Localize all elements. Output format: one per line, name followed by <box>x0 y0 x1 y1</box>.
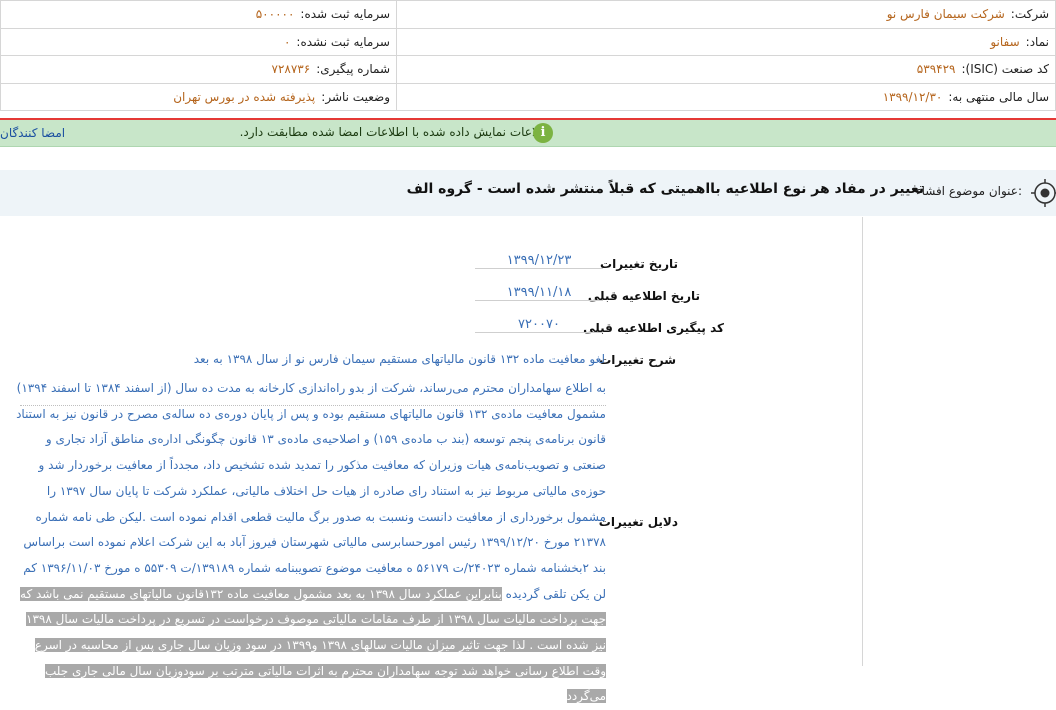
registered-capital-value: ۵۰۰۰۰۰ <box>255 7 295 22</box>
reasons-text: به اطلاع سهامداران محترم می‌رساند، شرکت … <box>10 376 606 710</box>
isic-cell: کد صنعت (ISIC): ۵۳۹۴۲۹ <box>396 55 1056 84</box>
reasons-separator <box>20 405 606 406</box>
subject-label: عنوان موضوع افشاء: <box>915 184 1022 198</box>
fiscal-year-value: ۱۳۹۹/۱۲/۳۰ <box>882 89 943 104</box>
subject-title: تغییر در مفاد هر نوع اطلاعیه بااهمیتی که… <box>406 181 924 197</box>
symbol-cell: نماد: سفانو <box>396 27 1056 56</box>
publisher-status-cell: وضعیت ناشر: پذیرفته شده در بورس تهران <box>0 82 397 111</box>
company-label: شرکت: <box>1010 7 1049 22</box>
change-date-value: ۱۳۹۹/۱۲/۲۳ <box>475 253 603 269</box>
info-icon: i <box>533 123 553 143</box>
symbol-label: نماد: <box>1025 34 1049 49</box>
company-cell: شرکت: شرکت سیمان فارس نو <box>396 0 1056 29</box>
description-value: لغو معافیت ماده ۱۳۲ قانون مالیاتهای مستق… <box>193 352 605 366</box>
registered-capital-cell: سرمایه ثبت شده: ۵۰۰۰۰۰ <box>0 0 397 29</box>
isic-label: کد صنعت (ISIC): <box>961 62 1049 77</box>
prev-tracking-label: کد پیگیری اطلاعیه قبلی <box>583 321 724 335</box>
prev-notice-date-value: ۱۳۹۹/۱۱/۱۸ <box>475 285 603 301</box>
isic-value: ۵۳۹۴۲۹ <box>916 62 956 77</box>
description-label: شرح تغییرات <box>599 353 676 367</box>
header-row: کد صنعت (ISIC): ۵۳۹۴۲۹ شماره پیگیری: ۷۲۸۷۳… <box>0 55 1056 84</box>
symbol-value: سفانو <box>990 34 1020 49</box>
reasons-plain-text: معافیت ماده‌ی ۱۳۲ قانون مالیاتهای مستقیم… <box>16 406 606 601</box>
unregistered-capital-value: ۰ <box>283 34 291 49</box>
prev-tracking-value: ۷۲۰۰۷۰ <box>475 317 603 333</box>
registered-capital-label: سرمایه ثبت شده: <box>300 7 390 22</box>
tracking-value: ۷۲۸۷۳۶ <box>271 62 311 77</box>
reasons-selected-text: بنابراین عملکرد سال ۱۳۹۸ به بعد مشمول مع… <box>20 586 606 704</box>
company-value: شرکت سیمان فارس نو <box>886 7 1005 22</box>
header-row: شرکت: شرکت سیمان فارس نو سرمایه ثبت شده: ۵… <box>0 0 1056 29</box>
header-row: نماد: سفانو سرمایه ثبت نشده: ۰ <box>0 27 1056 56</box>
tracking-cell: شماره پیگیری: ۷۲۸۷۳۶ <box>0 55 397 84</box>
publisher-status-value: پذیرفته شده در بورس تهران <box>173 89 316 104</box>
fiscal-year-label: سال مالی منتهی به: <box>948 89 1049 104</box>
tracking-label: شماره پیگیری: <box>316 62 390 77</box>
signers-link[interactable]: امضا کنندگان <box>0 126 65 140</box>
unregistered-capital-label: سرمایه ثبت نشده: <box>296 34 390 49</box>
prev-notice-date-label: تاریخ اطلاعیه قبلی <box>587 289 700 303</box>
header-info-table: شرکت: شرکت سیمان فارس نو سرمایه ثبت شده: ۵… <box>0 0 1056 111</box>
verification-notice-bar: اطلاعات نمایش داده شده با اطلاعات امضا ش… <box>0 120 1056 147</box>
header-row: سال مالی منتهی به: ۱۳۹۹/۱۲/۳۰ وضعیت ناشر:… <box>0 82 1056 111</box>
target-icon <box>1031 179 1056 207</box>
unregistered-capital-cell: سرمایه ثبت نشده: ۰ <box>0 27 397 56</box>
fiscal-year-cell: سال مالی منتهی به: ۱۳۹۹/۱۲/۳۰ <box>396 82 1056 111</box>
publisher-status-label: وضعیت ناشر: <box>321 89 390 104</box>
reasons-label: دلایل تغییرات <box>598 515 678 529</box>
change-date-label: تاریخ تغییرات <box>600 257 678 271</box>
verification-notice-text: اطلاعات نمایش داده شده با اطلاعات امضا ش… <box>239 125 552 139</box>
sidebar-divider <box>862 217 863 666</box>
